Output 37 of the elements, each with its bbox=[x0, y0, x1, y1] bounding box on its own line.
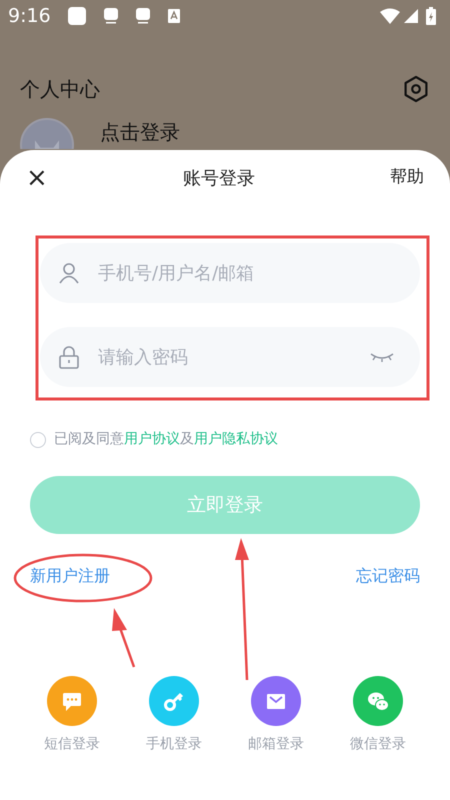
account-input[interactable]: 手机号/用户名/邮箱 bbox=[96, 258, 394, 288]
image-notification-icon bbox=[102, 7, 119, 25]
status-time: 9:16 bbox=[8, 4, 51, 29]
signal-icon bbox=[404, 9, 418, 23]
password-field[interactable]: 请输入密码 bbox=[40, 327, 420, 387]
account-field[interactable]: 手机号/用户名/邮箱 bbox=[40, 243, 420, 303]
wifi-icon bbox=[380, 8, 400, 24]
user-icon bbox=[58, 262, 80, 284]
login-option-button[interactable] bbox=[47, 676, 97, 726]
image-notification-icon bbox=[134, 7, 151, 25]
annotation-arrow bbox=[112, 608, 136, 668]
close-button[interactable]: × bbox=[26, 165, 48, 191]
password-input[interactable]: 请输入密码 bbox=[96, 342, 354, 372]
agreement-link[interactable]: 用户隐私协议 bbox=[194, 431, 278, 447]
login-option-label: 短信登录 bbox=[44, 735, 100, 754]
agreement-checkbox[interactable] bbox=[30, 432, 46, 448]
app-notification-icon bbox=[66, 6, 87, 26]
login-option-label: 手机登录 bbox=[146, 735, 202, 754]
login-option-label: 邮箱登录 bbox=[248, 735, 304, 754]
forgot-password-link[interactable]: 忘记密码 bbox=[356, 564, 420, 588]
register-link[interactable]: 新用户注册 bbox=[30, 564, 110, 588]
login-option-label: 微信登录 bbox=[350, 735, 406, 754]
login-option-button[interactable] bbox=[251, 676, 301, 726]
sheet-title: 账号登录 bbox=[182, 166, 255, 190]
agreement-link[interactable]: 用户协议 bbox=[124, 431, 180, 447]
agreement-text: 已阅及同意用户协议及用户隐私协议 bbox=[54, 430, 278, 449]
help-link[interactable]: 帮助 bbox=[390, 165, 424, 191]
avatar[interactable] bbox=[20, 118, 74, 149]
hidden-password-icon[interactable] bbox=[370, 352, 394, 362]
login-option-button[interactable] bbox=[353, 676, 403, 726]
keyboard-notification-icon bbox=[166, 8, 181, 24]
settings-icon[interactable] bbox=[402, 75, 430, 103]
page-title: 个人中心 bbox=[20, 76, 100, 103]
login-prompt[interactable]: 点击登录 bbox=[100, 121, 180, 143]
lock-icon bbox=[58, 345, 80, 369]
login-option-button[interactable] bbox=[149, 676, 199, 726]
battery-icon bbox=[426, 7, 436, 25]
